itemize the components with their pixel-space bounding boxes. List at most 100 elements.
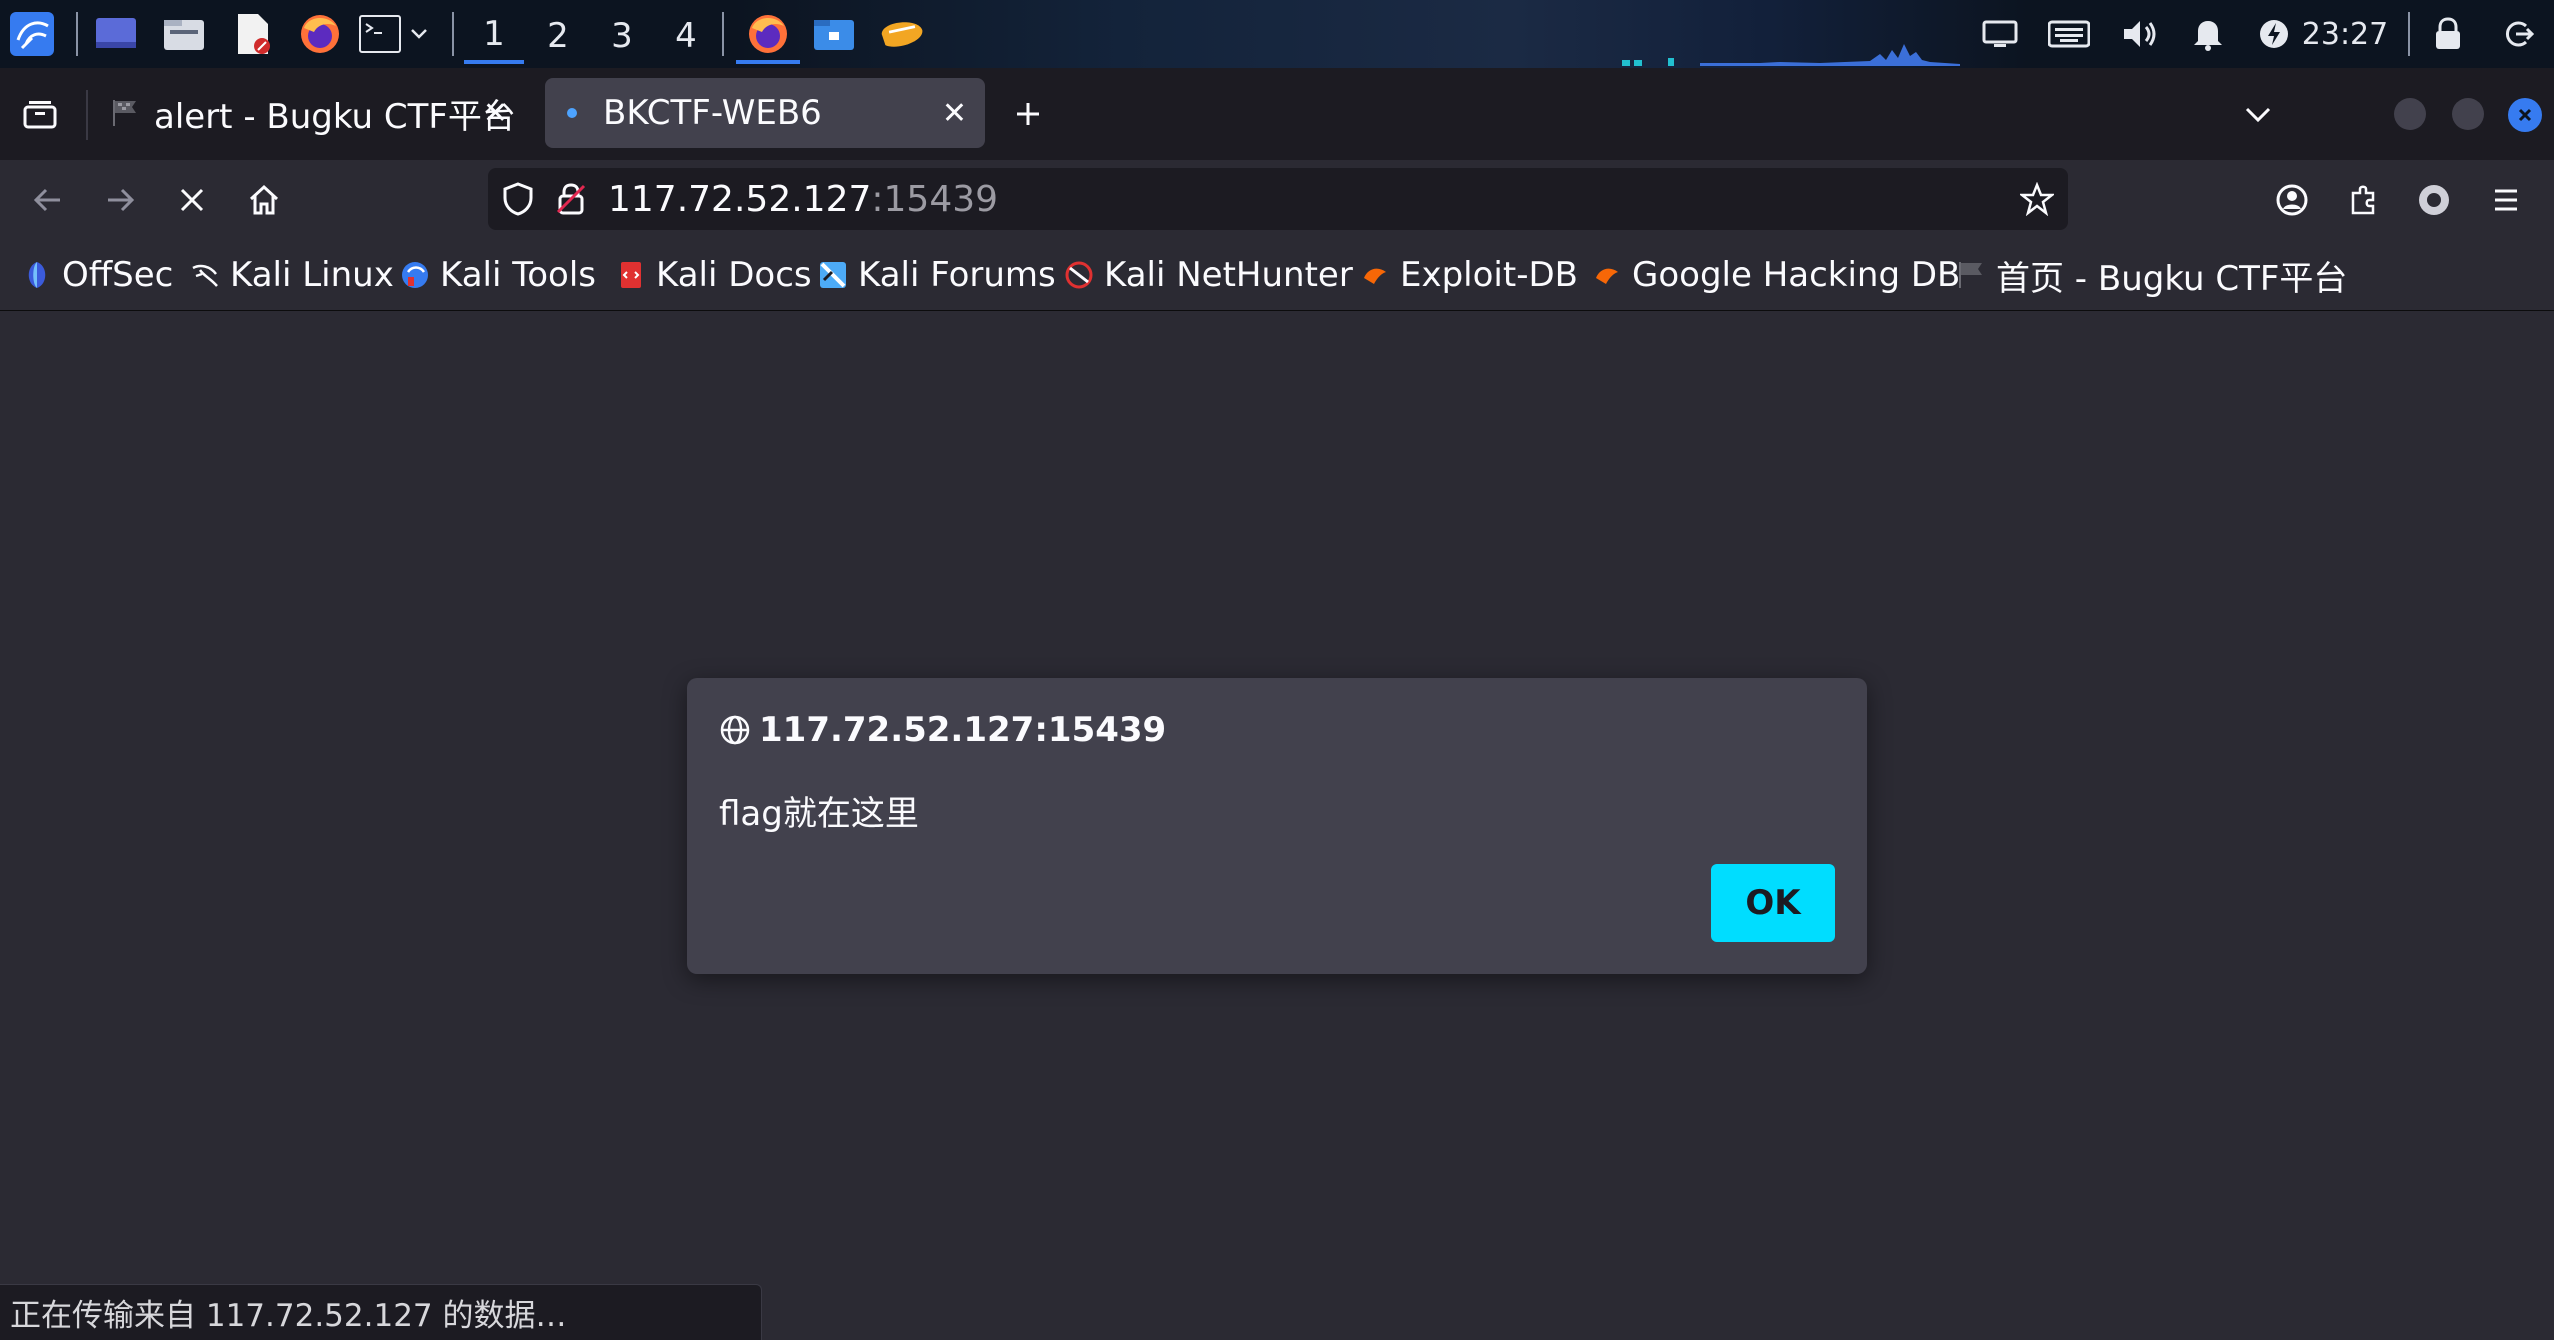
taskbar-separator xyxy=(722,12,724,56)
text-editor-icon[interactable] xyxy=(228,10,276,58)
bookmark-offsec[interactable]: OffSec xyxy=(22,252,173,298)
extensions-button[interactable] xyxy=(2336,172,2392,228)
bookmark-google-hacking-db[interactable]: Google Hacking DB xyxy=(1592,252,1960,298)
lock-icon[interactable] xyxy=(2426,10,2470,58)
alert-dialog: 117.72.52.127:15439 flag就在这里 OK xyxy=(687,678,1867,974)
bookmark-kali-forums[interactable]: Kali Forums xyxy=(818,252,1056,298)
navigation-toolbar: 117.72.52.127:15439 xyxy=(0,160,2554,240)
tab-separator xyxy=(86,90,88,140)
workspace-1[interactable]: 1 xyxy=(464,8,524,64)
workspace-3[interactable]: 3 xyxy=(592,8,652,64)
account-icon xyxy=(2276,184,2308,216)
chevron-down-icon[interactable] xyxy=(404,10,434,58)
home-button[interactable] xyxy=(236,172,292,228)
browser-tab-bar: alert - Bugku CTF平台 ✕ BKCTF-WEB6 ✕ xyxy=(0,68,2554,160)
forward-arrow-icon xyxy=(108,188,135,212)
ghdb-icon xyxy=(1592,260,1622,290)
taskbar-separator xyxy=(452,12,454,56)
back-arrow-icon xyxy=(33,188,60,212)
logout-icon[interactable] xyxy=(2496,10,2540,58)
ok-button[interactable]: OK xyxy=(1711,864,1835,942)
dialog-origin-text: 117.72.52.127:15439 xyxy=(759,710,1167,750)
close-icon xyxy=(2518,108,2532,122)
bookmark-kali-tools[interactable]: Kali Tools xyxy=(400,252,596,298)
bookmark-label: 首页 - Bugku CTF平台 xyxy=(1996,258,2348,299)
exploit-db-icon xyxy=(1360,260,1390,290)
status-panel: 正在传输来自 117.72.52.127 的数据… xyxy=(0,1284,762,1340)
stop-button[interactable] xyxy=(164,172,220,228)
workspace-2[interactable]: 2 xyxy=(528,8,588,64)
kali-menu-icon[interactable] xyxy=(8,10,56,58)
flag-icon xyxy=(1956,260,1986,290)
minimize-button[interactable] xyxy=(2394,98,2426,130)
app-menu-button[interactable] xyxy=(2478,172,2534,228)
insecure-lock-icon[interactable] xyxy=(556,182,586,216)
tab-alert[interactable]: alert - Bugku CTF平台 ✕ xyxy=(92,78,522,148)
clock[interactable]: 23:27 xyxy=(2302,10,2388,58)
new-tab-button[interactable] xyxy=(1000,86,1056,142)
kali-dragon-icon xyxy=(190,260,220,290)
url-text[interactable]: 117.72.52.127:15439 xyxy=(608,179,998,220)
display-icon[interactable] xyxy=(1976,10,2024,58)
bookmark-label: OffSec xyxy=(62,255,174,295)
bookmark-label: Google Hacking DB xyxy=(1632,255,1961,295)
notification-bell-icon[interactable] xyxy=(2186,10,2230,58)
bookmark-label: Kali Linux xyxy=(230,255,394,295)
offsec-icon xyxy=(22,260,52,290)
forward-button[interactable] xyxy=(92,172,148,228)
home-icon xyxy=(249,184,279,215)
taskbar-separator xyxy=(2408,12,2410,56)
bookmark-label: Kali Tools xyxy=(440,255,596,295)
bookmark-kali-docs[interactable]: Kali Docs xyxy=(616,252,812,298)
dialog-origin: 117.72.52.127:15439 xyxy=(719,710,1166,750)
terminal-icon[interactable] xyxy=(356,10,404,58)
maximize-button[interactable] xyxy=(2452,98,2484,130)
url-port: :15439 xyxy=(871,178,999,220)
url-host: 117.72.52.127 xyxy=(608,178,872,220)
burpsuite-window-icon[interactable] xyxy=(878,10,926,58)
tab-bkctf-web6[interactable]: BKCTF-WEB6 ✕ xyxy=(545,78,985,148)
firefox-view-icon[interactable] xyxy=(12,86,68,142)
kali-tools-icon xyxy=(400,260,430,290)
puzzle-extension-icon xyxy=(2351,185,2375,215)
nethunter-icon xyxy=(1064,260,1094,290)
url-bar[interactable]: 117.72.52.127:15439 xyxy=(488,168,2068,230)
files-window-icon[interactable] xyxy=(810,10,858,58)
desktop-icon[interactable] xyxy=(92,10,140,58)
stop-icon xyxy=(180,188,204,212)
loading-indicator-icon xyxy=(567,108,577,118)
list-all-tabs-chevron-down-icon[interactable] xyxy=(2230,86,2286,142)
firefox-window-icon[interactable] xyxy=(736,8,800,64)
bookmark-star-icon[interactable] xyxy=(2020,182,2054,216)
bookmark-exploit-db[interactable]: Exploit-DB xyxy=(1360,252,1578,298)
network-graph xyxy=(1622,44,1960,66)
tab-title: alert - Bugku CTF平台 xyxy=(154,96,516,137)
workspace-4[interactable]: 4 xyxy=(656,8,716,64)
extension-button[interactable] xyxy=(2406,172,2462,228)
bookmark-kali-linux[interactable]: Kali Linux xyxy=(190,252,394,298)
close-tab-icon[interactable]: ✕ xyxy=(483,96,508,131)
power-icon[interactable] xyxy=(2252,10,2296,58)
bookmarks-toolbar: OffSec Kali Linux Kali Tools Kali Docs K… xyxy=(0,240,2554,311)
volume-icon[interactable] xyxy=(2116,10,2166,58)
file-manager-icon[interactable] xyxy=(160,10,208,58)
bookmark-label: Kali Docs xyxy=(656,255,812,295)
bookmark-label: Kali NetHunter xyxy=(1104,255,1353,295)
kali-forums-icon xyxy=(818,260,848,290)
close-tab-icon[interactable]: ✕ xyxy=(942,96,967,131)
tab-title: BKCTF-WEB6 xyxy=(603,93,822,133)
extension-circle-icon xyxy=(2419,185,2449,215)
keyboard-icon[interactable] xyxy=(2044,10,2094,58)
hamburger-menu-icon xyxy=(2495,189,2517,211)
back-button[interactable] xyxy=(20,172,76,228)
tracking-shield-icon[interactable] xyxy=(502,182,534,216)
bookmark-label: Exploit-DB xyxy=(1400,255,1578,295)
firefox-icon[interactable] xyxy=(296,10,344,58)
close-window-button[interactable] xyxy=(2508,98,2542,132)
system-taskbar: 1 2 3 4 23:27 xyxy=(0,0,2554,68)
bookmark-kali-nethunter[interactable]: Kali NetHunter xyxy=(1064,252,1353,298)
bookmark-bugku-home[interactable]: 首页 - Bugku CTF平台 xyxy=(1956,252,2348,299)
account-button[interactable] xyxy=(2264,172,2320,228)
bookmark-label: Kali Forums xyxy=(858,255,1056,295)
flag-icon xyxy=(110,98,140,128)
